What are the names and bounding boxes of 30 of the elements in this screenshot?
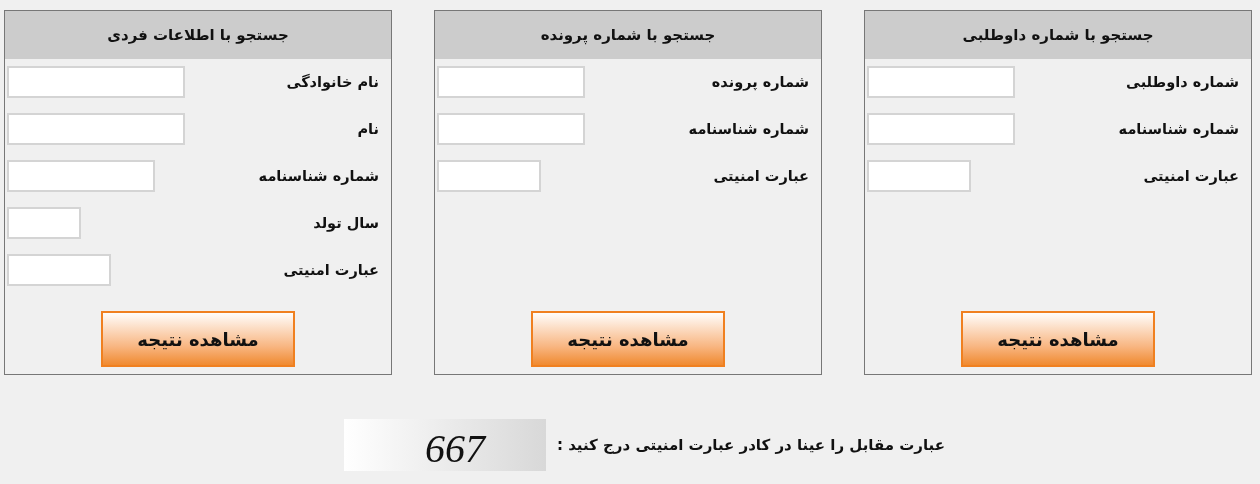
submit-button[interactable]: مشاهده نتیجه — [531, 311, 725, 367]
input-field[interactable] — [7, 253, 111, 286]
input-field[interactable] — [7, 159, 155, 192]
input-field[interactable] — [867, 112, 1015, 145]
input-field[interactable] — [7, 112, 185, 145]
field-label: سال تولد — [312, 214, 379, 231]
field-label: عبارت امنیتی — [712, 167, 809, 184]
input-field[interactable] — [437, 112, 585, 145]
submit-button[interactable]: مشاهده نتیجه — [961, 311, 1155, 367]
field-label: شماره شناسنامه — [1117, 120, 1239, 137]
field-label: نام خانوادگی — [285, 73, 379, 90]
submit-button[interactable]: مشاهده نتیجه — [101, 311, 295, 367]
input-field[interactable] — [867, 159, 971, 192]
panel-title: جستجو با شماره داوطلبی — [962, 26, 1154, 44]
field-label: شماره داوطلبی — [1125, 73, 1239, 90]
input-field[interactable] — [7, 65, 185, 98]
captcha-code: 667 — [424, 427, 485, 471]
field-label: عبارت امنیتی — [1142, 167, 1239, 184]
field-label: نام — [356, 120, 379, 137]
input-field[interactable] — [7, 206, 81, 239]
field-label: عبارت امنیتی — [282, 261, 379, 278]
input-field[interactable] — [437, 159, 541, 192]
field-label: شماره شناسنامه — [257, 167, 379, 184]
panel-title: جستجو با اطلاعات فردی — [107, 26, 289, 44]
field-label: شماره شناسنامه — [687, 120, 809, 137]
panel-title: جستجو با شماره پرونده — [540, 26, 716, 44]
input-field[interactable] — [437, 65, 585, 98]
field-label: شماره پرونده — [710, 73, 809, 90]
input-field[interactable] — [867, 65, 1015, 98]
captcha-instruction: عبارت مقابل را عینا در کادر عبارت امنیتی درج کنید : — [556, 436, 945, 454]
